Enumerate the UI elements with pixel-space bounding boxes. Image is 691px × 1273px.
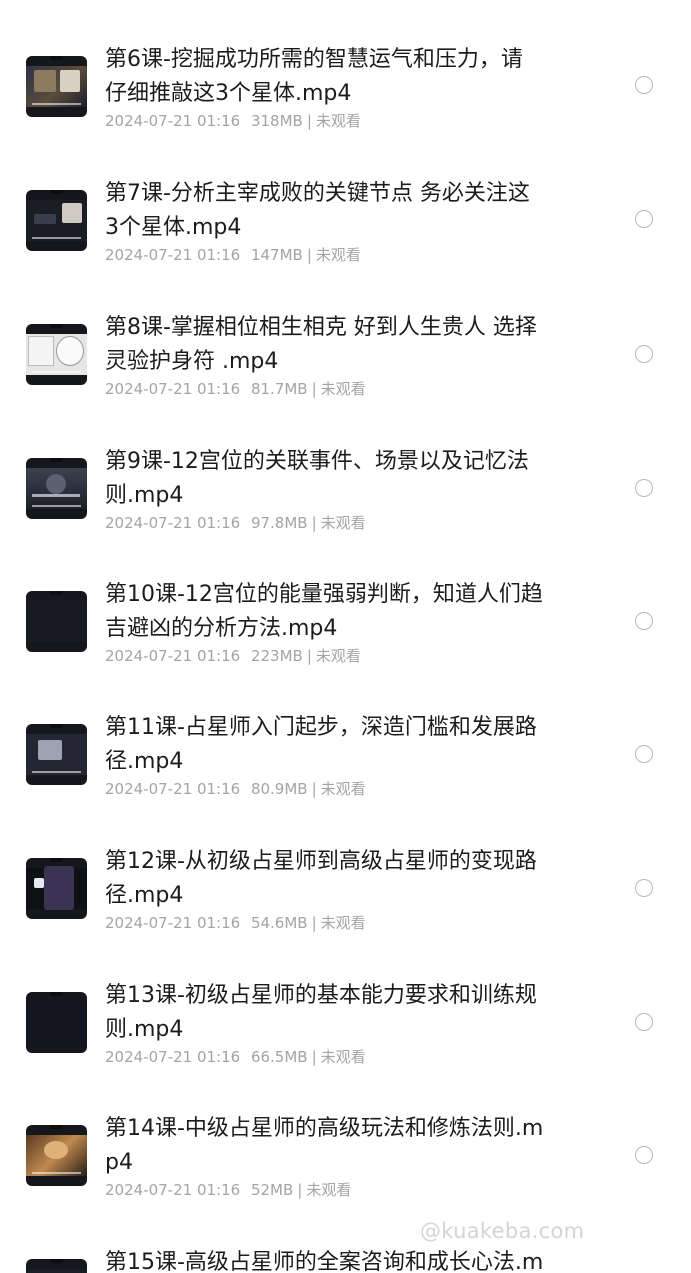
file-size: 54.6MB <box>250 914 308 932</box>
meta-separator: | <box>311 914 317 932</box>
file-date: 2024-07-21 01:16 <box>105 647 241 665</box>
file-title: 第8课-掌握相位相生相克 好到人生贵人 选择 灵验护身符 .mp4 <box>105 315 537 374</box>
file-size: 97.8MB <box>250 514 308 532</box>
select-radio[interactable] <box>635 1013 653 1031</box>
video-thumbnail[interactable] <box>26 190 87 251</box>
file-size: 147MB <box>250 246 303 264</box>
meta-separator: | <box>311 1048 317 1066</box>
video-thumbnail[interactable] <box>26 324 87 385</box>
select-radio[interactable] <box>635 612 653 630</box>
list-item[interactable]: 第11课-占星师入门起步，深造门槛和发展路 径.mp4 2024-07-21 0… <box>0 668 691 801</box>
file-size: 81.7MB <box>250 380 308 398</box>
file-meta: 2024-07-21 01:16 66.5MB | 未观看 <box>105 1047 366 1067</box>
list-item[interactable]: 第15课-高级占星师的全案咨询和成长心法.m <box>0 1203 691 1273</box>
file-size: 223MB <box>250 647 303 665</box>
file-meta: 2024-07-21 01:16 223MB | 未观看 <box>105 646 361 666</box>
video-thumbnail[interactable] <box>26 1259 87 1273</box>
meta-separator: | <box>311 380 317 398</box>
list-item[interactable]: 第12课-从初级占星师到高级占星师的变现路 径.mp4 2024-07-21 0… <box>0 802 691 935</box>
meta-separator: | <box>297 1181 303 1199</box>
watch-status: 未观看 <box>320 780 366 798</box>
list-item[interactable]: 第6课-挖掘成功所需的智慧运气和压力，请 仔细推敲这3个星体.mp4 2024-… <box>0 0 691 133</box>
select-radio[interactable] <box>635 479 653 497</box>
file-date: 2024-07-21 01:16 <box>105 380 241 398</box>
select-radio[interactable] <box>635 879 653 897</box>
list-item[interactable]: 第7课-分析主宰成败的关键节点 务必关注这 3个星体.mp4 2024-07-2… <box>0 134 691 267</box>
list-item[interactable]: 第10课-12宫位的能量强弱判断，知道人们趋 吉避凶的分析方法.mp4 2024… <box>0 535 691 668</box>
video-thumbnail[interactable] <box>26 992 87 1053</box>
watch-status: 未观看 <box>315 647 361 665</box>
select-radio[interactable] <box>635 745 653 763</box>
file-title: 第7课-分析主宰成败的关键节点 务必关注这 3个星体.mp4 <box>105 181 530 240</box>
meta-separator: | <box>306 647 312 665</box>
watch-status: 未观看 <box>315 246 361 264</box>
meta-separator: | <box>311 514 317 532</box>
file-date: 2024-07-21 01:16 <box>105 514 241 532</box>
watermark: @kuakeba.com <box>420 1219 585 1243</box>
watch-status: 未观看 <box>315 112 361 130</box>
file-meta: 2024-07-21 01:16 80.9MB | 未观看 <box>105 779 366 799</box>
file-date: 2024-07-21 01:16 <box>105 246 241 264</box>
file-meta: 2024-07-21 01:16 81.7MB | 未观看 <box>105 379 366 399</box>
video-thumbnail[interactable] <box>26 458 87 519</box>
select-radio[interactable] <box>635 345 653 363</box>
file-size: 66.5MB <box>250 1048 308 1066</box>
watch-status: 未观看 <box>306 1181 352 1199</box>
file-date: 2024-07-21 01:16 <box>105 112 241 130</box>
video-thumbnail[interactable] <box>26 1125 87 1186</box>
list-item[interactable]: 第8课-掌握相位相生相克 好到人生贵人 选择 灵验护身符 .mp4 2024-0… <box>0 268 691 401</box>
video-thumbnail[interactable] <box>26 858 87 919</box>
file-size: 52MB <box>250 1181 294 1199</box>
file-meta: 2024-07-21 01:16 147MB | 未观看 <box>105 245 361 265</box>
meta-separator: | <box>311 780 317 798</box>
file-title: 第12课-从初级占星师到高级占星师的变现路 径.mp4 <box>105 849 537 908</box>
select-radio[interactable] <box>635 76 653 94</box>
list-item[interactable]: 第9课-12宫位的关联事件、场景以及记忆法 则.mp4 2024-07-21 0… <box>0 402 691 535</box>
video-thumbnail[interactable] <box>26 56 87 117</box>
watch-status: 未观看 <box>320 380 366 398</box>
file-meta: 2024-07-21 01:16 52MB | 未观看 <box>105 1180 351 1200</box>
file-title: 第13课-初级占星师的基本能力要求和训练规 则.mp4 <box>105 983 537 1042</box>
select-radio[interactable] <box>635 1146 653 1164</box>
file-date: 2024-07-21 01:16 <box>105 1181 241 1199</box>
file-date: 2024-07-21 01:16 <box>105 780 241 798</box>
list-item[interactable]: 第13课-初级占星师的基本能力要求和训练规 则.mp4 2024-07-21 0… <box>0 936 691 1069</box>
video-thumbnail[interactable] <box>26 591 87 652</box>
meta-separator: | <box>306 246 312 264</box>
list-item[interactable]: 第14课-中级占星师的高级玩法和修炼法则.m p4 2024-07-21 01:… <box>0 1069 691 1202</box>
file-title: 第15课-高级占星师的全案咨询和成长心法.m <box>105 1250 544 1273</box>
file-title: 第6课-挖掘成功所需的智慧运气和压力，请 仔细推敲这3个星体.mp4 <box>105 47 523 106</box>
select-radio[interactable] <box>635 210 653 228</box>
watch-status: 未观看 <box>320 914 366 932</box>
file-title: 第10课-12宫位的能量强弱判断，知道人们趋 吉避凶的分析方法.mp4 <box>105 582 543 641</box>
file-title: 第9课-12宫位的关联事件、场景以及记忆法 则.mp4 <box>105 449 529 508</box>
watch-status: 未观看 <box>320 514 366 532</box>
file-title: 第11课-占星师入门起步，深造门槛和发展路 径.mp4 <box>105 715 537 774</box>
file-date: 2024-07-21 01:16 <box>105 914 241 932</box>
file-size: 80.9MB <box>250 780 308 798</box>
video-thumbnail[interactable] <box>26 724 87 785</box>
file-meta: 2024-07-21 01:16 54.6MB | 未观看 <box>105 913 366 933</box>
file-meta: 2024-07-21 01:16 97.8MB | 未观看 <box>105 513 366 533</box>
file-title: 第14课-中级占星师的高级玩法和修炼法则.m p4 <box>105 1116 544 1175</box>
file-date: 2024-07-21 01:16 <box>105 1048 241 1066</box>
meta-separator: | <box>306 112 312 130</box>
watch-status: 未观看 <box>320 1048 366 1066</box>
file-size: 318MB <box>250 112 303 130</box>
file-meta: 2024-07-21 01:16 318MB | 未观看 <box>105 111 361 131</box>
